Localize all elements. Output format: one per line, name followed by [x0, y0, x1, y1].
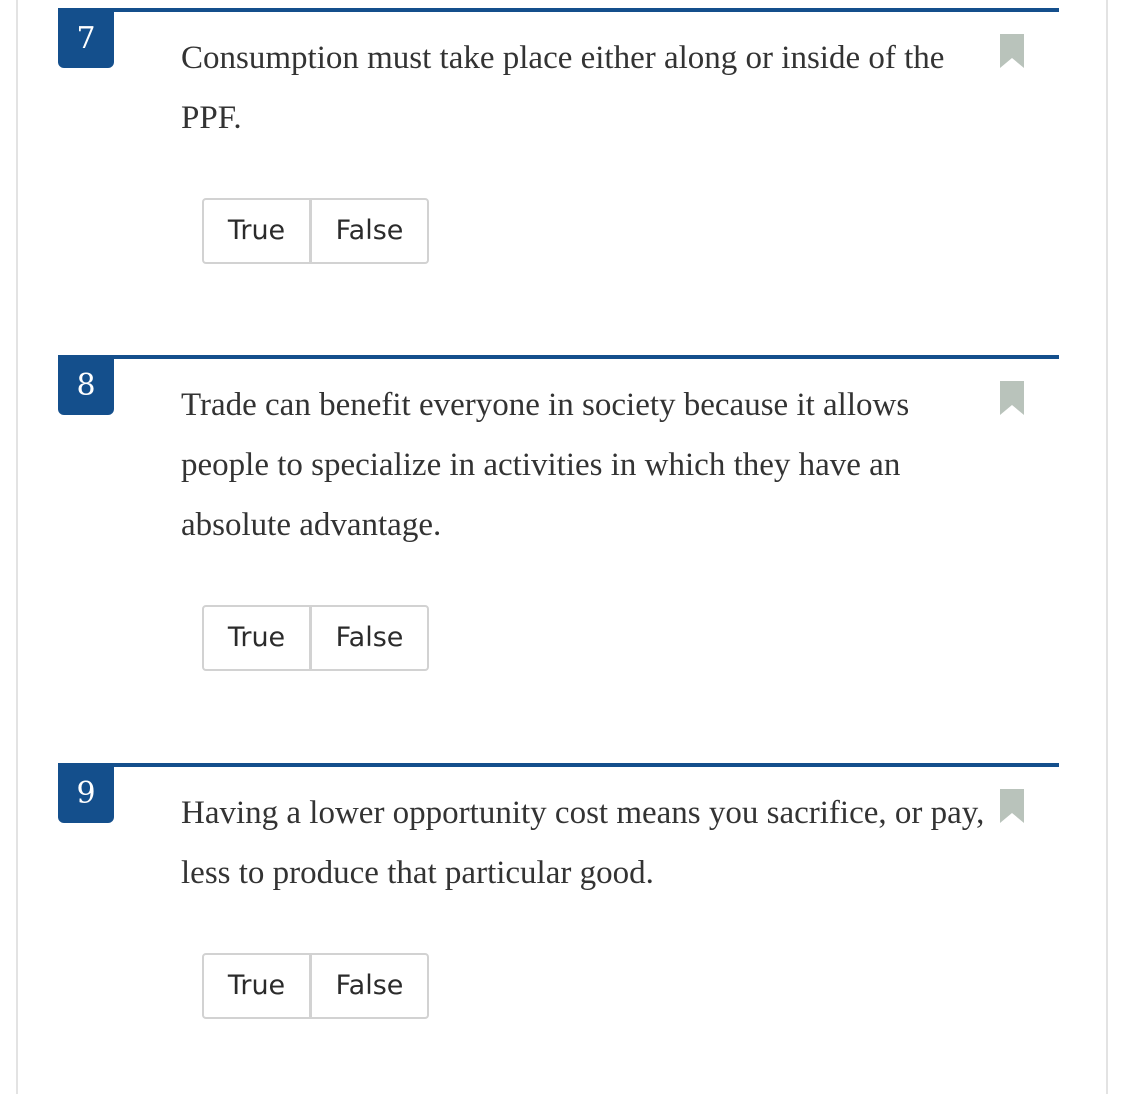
quiz-page: 7 Consumption must take place either alo… [0, 0, 1138, 1094]
true-button[interactable]: True [204, 607, 312, 669]
question-divider [58, 8, 1059, 12]
question-divider [58, 763, 1059, 767]
bookmark-icon[interactable] [1000, 789, 1024, 823]
true-false-group: True False [202, 953, 429, 1019]
false-button[interactable]: False [312, 955, 427, 1017]
page-left-border [16, 0, 18, 1094]
question-text: Having a lower opportunity cost means yo… [181, 795, 985, 891]
false-button[interactable]: False [312, 607, 427, 669]
question-number-badge: 8 [58, 355, 114, 415]
question-number-badge: 7 [58, 8, 114, 68]
page-right-border [1106, 0, 1108, 1094]
question-text: Trade can benefit everyone in society be… [181, 387, 910, 543]
bookmark-icon[interactable] [1000, 34, 1024, 68]
bookmark-icon[interactable] [1000, 381, 1024, 415]
question-divider [58, 355, 1059, 359]
true-false-group: True False [202, 198, 429, 264]
false-button[interactable]: False [312, 200, 427, 262]
question-text: Consumption must take place either along… [181, 40, 945, 136]
true-button[interactable]: True [204, 955, 312, 1017]
question-number-badge: 9 [58, 763, 114, 823]
true-button[interactable]: True [204, 200, 312, 262]
true-false-group: True False [202, 605, 429, 671]
